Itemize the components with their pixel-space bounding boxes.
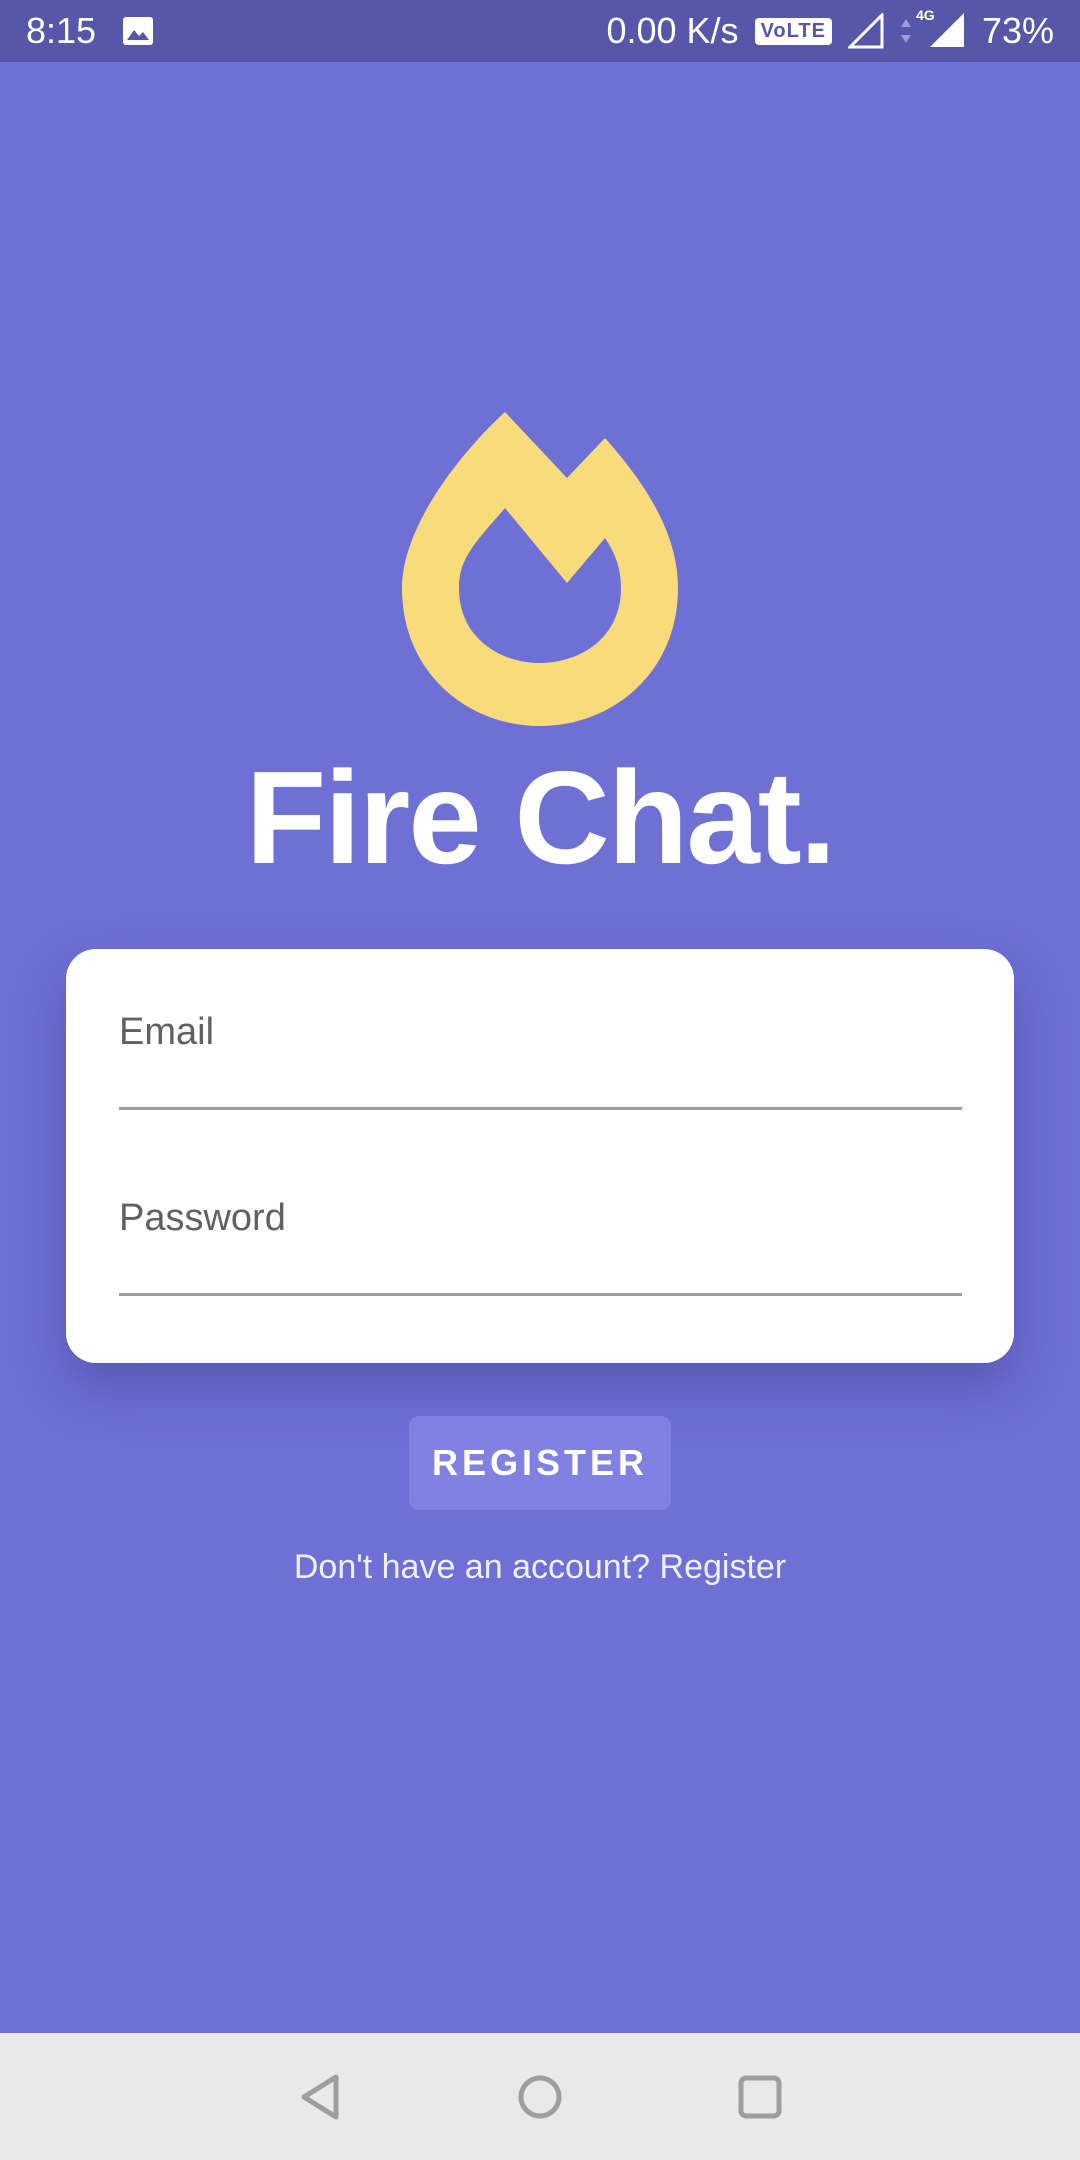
email-input[interactable] bbox=[119, 1057, 962, 1107]
status-bar: 8:15 0.00 K/s VoLTE 4G 73% bbox=[0, 0, 1080, 62]
recents-icon[interactable] bbox=[724, 2061, 796, 2133]
image-notification-icon bbox=[122, 16, 154, 46]
password-field: Password bbox=[119, 1193, 962, 1296]
email-label: Email bbox=[119, 1011, 215, 1053]
status-left: 8:15 bbox=[26, 10, 154, 52]
password-input[interactable] bbox=[119, 1243, 962, 1293]
password-label: Password bbox=[119, 1197, 286, 1239]
data-arrows-icon bbox=[900, 17, 912, 45]
battery-level: 73% bbox=[981, 10, 1054, 51]
home-icon[interactable] bbox=[504, 2061, 576, 2133]
status-right: 0.00 K/s VoLTE 4G 73% bbox=[606, 7, 1054, 52]
flame-logo-icon bbox=[400, 408, 680, 728]
navigation-bar bbox=[0, 2033, 1080, 2160]
signal-icon bbox=[847, 13, 884, 49]
volte-icon: VoLTE bbox=[754, 17, 832, 45]
signup-prompt-text: Don't have an account? bbox=[293, 1548, 660, 1586]
screen: 8:15 0.00 K/s VoLTE 4G 73% Fire Chat. Em… bbox=[0, 0, 1080, 2160]
login-card: Email Password bbox=[66, 949, 1014, 1363]
password-underline bbox=[119, 1293, 962, 1296]
register-button[interactable]: REGISTER bbox=[409, 1416, 671, 1510]
register-link[interactable]: Register bbox=[660, 1548, 787, 1586]
status-time: 8:15 bbox=[26, 10, 97, 51]
email-field: Email bbox=[119, 1007, 962, 1110]
network-type: 4G bbox=[915, 7, 935, 23]
signup-prompt: Don't have an account? Register bbox=[0, 1548, 1080, 1587]
app-title: Fire Chat. bbox=[245, 744, 837, 891]
network-speed: 0.00 K/s bbox=[606, 10, 739, 51]
email-underline bbox=[119, 1107, 962, 1110]
signal-4g-icon: 4G bbox=[916, 7, 966, 49]
back-icon[interactable] bbox=[284, 2061, 356, 2133]
